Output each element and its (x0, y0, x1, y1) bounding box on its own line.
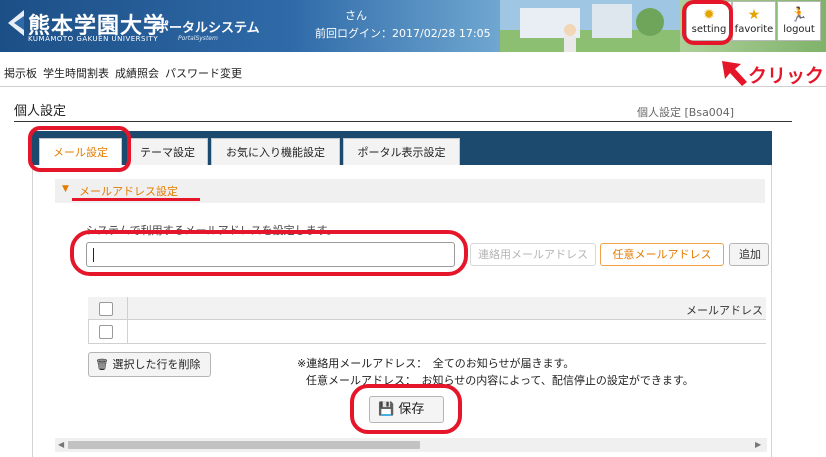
logo-portal-system: ポータルシステム (156, 21, 260, 36)
main-nav: 掲示板 学生時間割表 成績照会 パスワード変更 (4, 65, 248, 81)
setting-highlight-ring (682, 0, 733, 45)
scroll-right-icon[interactable]: ▶ (755, 438, 761, 452)
row-checkbox[interactable] (99, 325, 113, 339)
click-annotation: クリック (748, 65, 825, 87)
section-title[interactable]: メールアドレス設定 (79, 183, 178, 199)
favorite-label: favorite (734, 24, 774, 35)
nav-item-grades[interactable]: 成績照会 (115, 67, 159, 80)
trash-icon: 🗑 (95, 358, 109, 371)
logout-button[interactable]: 🏃 logout (777, 1, 821, 41)
logo-english: KUMAMOTO GAKUEN UNIVERSITY (28, 35, 159, 43)
title-divider (14, 121, 792, 122)
tab-favorite-settings[interactable]: お気に入り機能設定 (211, 138, 340, 165)
scrollbar-thumb[interactable] (68, 441, 420, 449)
table-header (88, 297, 766, 320)
tab-theme-settings[interactable]: テーマ設定 (127, 138, 208, 165)
favorite-button[interactable]: ★ favorite (732, 1, 776, 41)
delete-selected-button[interactable]: 🗑 選択した行を削除 (88, 352, 211, 377)
last-login-info: 前回ログイン：2017/02/28 17:05 (315, 27, 491, 40)
nav-divider (0, 86, 826, 87)
star-icon: ★ (747, 7, 761, 23)
note-contact-email: ※連絡用メールアドレス： 全てのお知らせが届きます。 (297, 357, 575, 370)
column-header-email: メールアドレス (686, 304, 763, 317)
user-name: さん (345, 9, 367, 22)
nav-item-password[interactable]: パスワード変更 (165, 67, 242, 80)
optional-email-button[interactable]: 任意メールアドレス (600, 243, 724, 266)
university-logo-icon (8, 10, 24, 36)
mail-tab-highlight-ring (28, 126, 131, 172)
page-title: 個人設定 (14, 104, 67, 119)
tab-portal-display-settings[interactable]: ポータル表示設定 (343, 138, 460, 165)
running-person-icon: 🏃 (790, 7, 808, 23)
page-code: 個人設定 [Bsa004] (637, 106, 735, 119)
save-highlight-ring (350, 384, 462, 434)
contact-email-button[interactable]: 連絡用メールアドレス (470, 243, 596, 266)
nav-item-bulletin[interactable]: 掲示板 (4, 67, 37, 80)
table-bottom-line (88, 343, 766, 344)
add-button[interactable]: 追加 (729, 243, 769, 266)
email-input-highlight-ring (70, 230, 468, 276)
delete-selected-label: 選択した行を削除 (112, 358, 201, 371)
select-all-checkbox[interactable] (99, 302, 113, 316)
logout-label: logout (783, 24, 815, 35)
caret-down-icon[interactable]: ▼ (62, 184, 69, 194)
header-illustration (500, 0, 680, 52)
table-column-separator (127, 297, 128, 344)
section-title-underline (72, 198, 200, 201)
logo-portal-system-en: PortalSystem (178, 35, 218, 42)
arrow-up-icon (722, 61, 747, 86)
scroll-left-icon[interactable]: ◀ (58, 438, 64, 452)
nav-item-timetable[interactable]: 学生時間割表 (43, 67, 109, 80)
